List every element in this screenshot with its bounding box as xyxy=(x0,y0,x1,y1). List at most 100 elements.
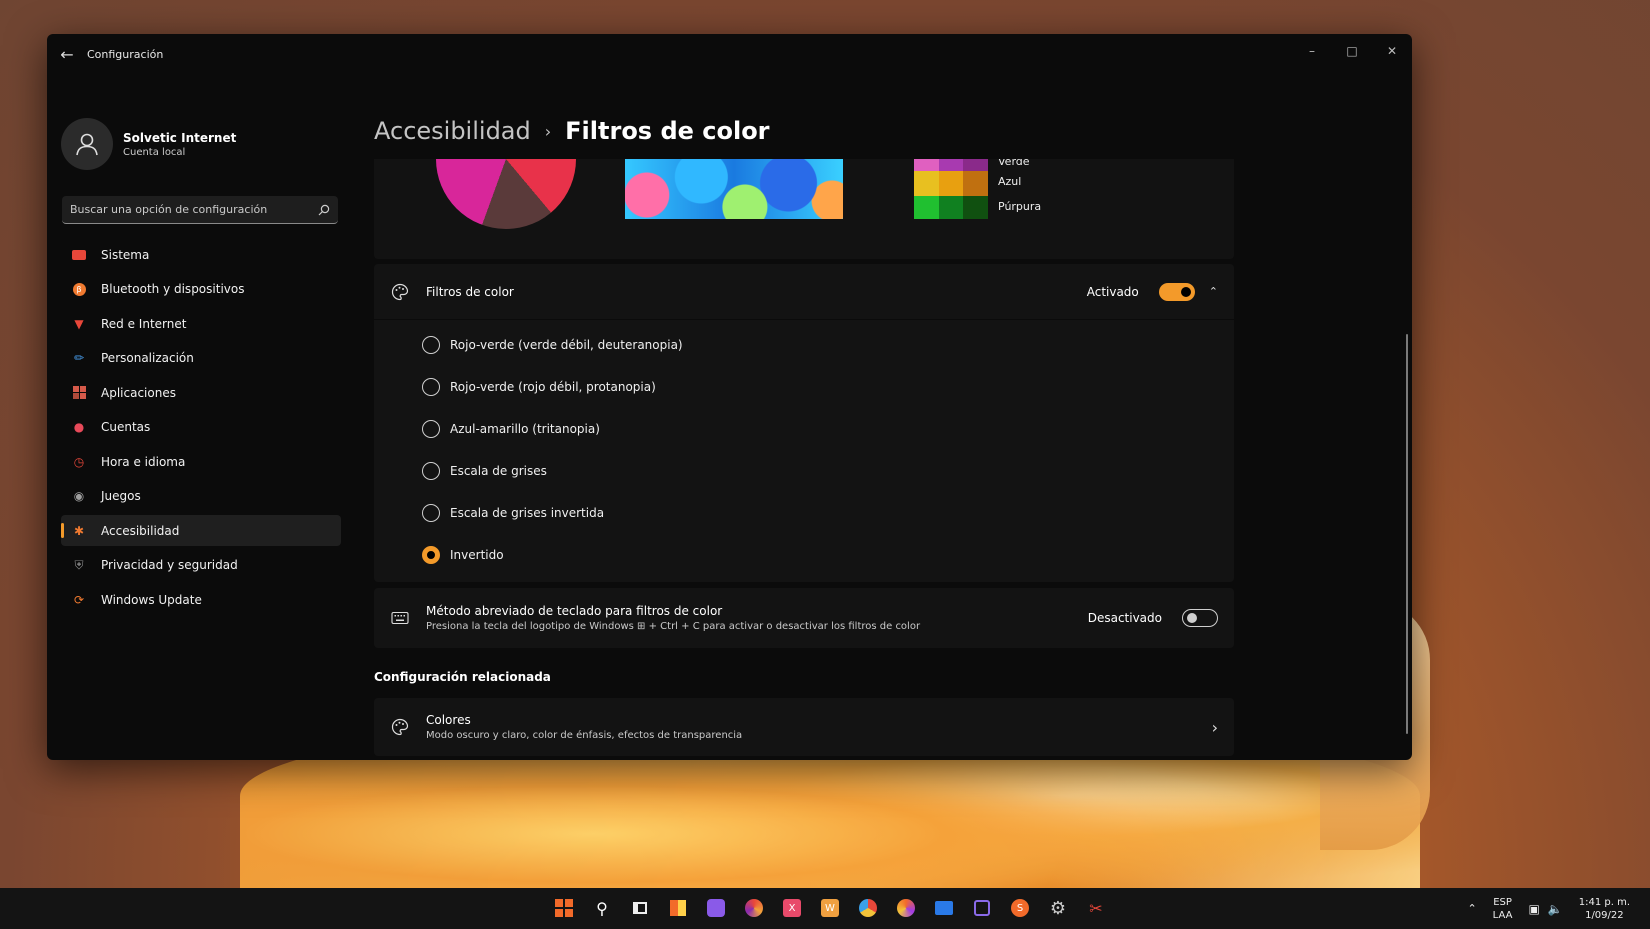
language-indicator[interactable]: ESP LAA xyxy=(1493,896,1513,922)
word-button[interactable]: W xyxy=(814,892,846,924)
shortcut-description: Presiona la tecla del logotipo de Window… xyxy=(426,621,921,632)
sidebar-item-aplicaciones[interactable]: Aplicaciones xyxy=(61,377,341,408)
snipping-tool-button[interactable]: ✂ xyxy=(1080,892,1112,924)
swatch-label: Azul xyxy=(998,175,1022,188)
volume-icon[interactable]: 🔈 xyxy=(1548,902,1563,916)
folder-icon xyxy=(935,901,953,915)
radio-button[interactable] xyxy=(422,420,440,438)
radio-button[interactable] xyxy=(422,504,440,522)
language-code: ESP xyxy=(1493,896,1512,908)
radio-label: Escala de grises invertida xyxy=(450,506,605,520)
search-icon: ⚲ xyxy=(596,898,608,918)
search-box[interactable] xyxy=(62,196,338,224)
profile[interactable]: Solvetic Internet Cuenta local xyxy=(61,118,236,170)
edge-button[interactable] xyxy=(738,892,770,924)
breadcrumb: Accesibilidad › Filtros de color xyxy=(374,117,770,145)
settings-content: Verde Azul Púrpura Filtros de color Acti… xyxy=(374,159,1234,760)
paint-button[interactable] xyxy=(966,892,998,924)
task-view-button[interactable] xyxy=(624,892,656,924)
search-button[interactable]: ⚲ xyxy=(586,892,618,924)
sidebar-item-label: Windows Update xyxy=(101,592,202,607)
settings-button[interactable]: ⚙ xyxy=(1042,892,1074,924)
sidebar-item-cuentas[interactable]: ● Cuentas xyxy=(61,412,341,443)
sidebar-item-label: Hora e idioma xyxy=(101,454,186,469)
update-icon: ⟳ xyxy=(73,592,85,607)
sidebar-item-sistema[interactable]: Sistema xyxy=(61,239,341,270)
gamepad-icon: ◉ xyxy=(73,489,85,503)
search-input[interactable] xyxy=(70,203,318,216)
colors-link-card[interactable]: Colores Modo oscuro y claro, color de én… xyxy=(374,698,1234,756)
radio-button[interactable] xyxy=(422,378,440,396)
paint-icon xyxy=(974,900,990,916)
radio-button[interactable] xyxy=(422,462,440,480)
sidebar-item-label: Accesibilidad xyxy=(101,523,180,538)
breadcrumb-parent[interactable]: Accesibilidad xyxy=(374,117,531,145)
radio-option-inverted-grayscale[interactable]: Escala de grises invertida xyxy=(374,492,1234,534)
chevron-up-icon[interactable]: ⌃ xyxy=(1209,285,1218,298)
back-button[interactable]: ← xyxy=(47,34,87,74)
scrollbar[interactable] xyxy=(1406,334,1408,734)
color-filters-title: Filtros de color xyxy=(426,284,514,299)
file-explorer-button[interactable] xyxy=(928,892,960,924)
sidebar-item-label: Bluetooth y dispositivos xyxy=(101,282,245,296)
clock-date: 1/09/22 xyxy=(1585,909,1624,921)
related-section-title: Configuración relacionada xyxy=(374,670,551,684)
radio-option-deuteranopia[interactable]: Rojo-verde (verde débil, deuteranopia) xyxy=(374,324,1234,366)
maximize-button[interactable]: □ xyxy=(1332,34,1372,68)
sidebar-item-personalizacion[interactable]: ✏ Personalización xyxy=(61,343,341,374)
radio-button-selected[interactable] xyxy=(422,546,440,564)
filter-preview-card: Verde Azul Púrpura xyxy=(374,159,1234,259)
color-filter-options: Rojo-verde (verde débil, deuteranopia) R… xyxy=(374,320,1234,576)
profile-name: Solvetic Internet xyxy=(123,130,237,145)
minimize-button[interactable]: – xyxy=(1292,34,1332,68)
excel-button[interactable]: X xyxy=(776,892,808,924)
colors-description: Modo oscuro y claro, color de énfasis, e… xyxy=(426,730,743,741)
shield-icon: ⛨ xyxy=(74,557,84,572)
color-filters-card: Filtros de color Activado ⌃ Rojo-verde (… xyxy=(374,264,1234,582)
close-button[interactable]: ✕ xyxy=(1372,34,1412,68)
sidebar-item-privacidad[interactable]: ⛨ Privacidad y seguridad xyxy=(61,550,341,581)
radio-option-inverted[interactable]: Invertido xyxy=(374,534,1234,576)
color-filters-toggle[interactable] xyxy=(1158,282,1195,301)
sidebar-item-juegos[interactable]: ◉ Juegos xyxy=(61,481,341,512)
keyboard-icon xyxy=(390,608,410,628)
radio-label: Azul-amarillo (tritanopia) xyxy=(450,422,600,436)
sidebar-item-red[interactable]: ▼ Red e Internet xyxy=(61,308,341,339)
clock[interactable]: 1:41 p. m. 1/09/22 xyxy=(1579,896,1630,922)
radio-option-grayscale[interactable]: Escala de grises xyxy=(374,450,1234,492)
shortcut-title: Método abreviado de teclado para filtros… xyxy=(426,604,723,618)
network-icon[interactable]: ▣ xyxy=(1528,902,1539,916)
color-filters-header[interactable]: Filtros de color Activado ⌃ xyxy=(374,264,1234,320)
app-title: Configuración xyxy=(87,47,164,61)
solvetic-button[interactable]: S xyxy=(1004,892,1036,924)
teams-button[interactable] xyxy=(700,892,732,924)
chrome-button[interactable] xyxy=(852,892,884,924)
sidebar-item-accesibilidad[interactable]: ✱ Accesibilidad xyxy=(61,515,341,546)
sidebar-item-hora[interactable]: ◷ Hora e idioma xyxy=(61,446,341,477)
radio-button[interactable] xyxy=(422,336,440,354)
radio-label: Escala de grises xyxy=(450,464,547,478)
person-icon: ● xyxy=(73,420,85,434)
monitor-icon xyxy=(71,247,87,263)
sidebar-item-windows-update[interactable]: ⟳ Windows Update xyxy=(61,584,341,615)
radio-label: Invertido xyxy=(450,548,504,562)
chevron-up-icon[interactable]: ⌃ xyxy=(1467,902,1476,915)
start-button[interactable] xyxy=(548,892,580,924)
swatch xyxy=(938,171,964,196)
swatch xyxy=(938,159,964,171)
swatch xyxy=(914,159,939,171)
sidebar-item-bluetooth[interactable]: β Bluetooth y dispositivos xyxy=(61,274,341,305)
preview-pie-chart xyxy=(436,159,576,229)
shortcut-toggle[interactable] xyxy=(1182,609,1218,627)
swatch xyxy=(963,159,988,171)
clock-time: 1:41 p. m. xyxy=(1578,896,1630,908)
bluetooth-icon: β xyxy=(71,281,87,297)
preview-swatches xyxy=(914,159,988,219)
radio-option-protanopia[interactable]: Rojo-verde (rojo débil, protanopia) xyxy=(374,366,1234,408)
widgets-button[interactable] xyxy=(662,892,694,924)
sidebar-item-label: Red e Internet xyxy=(101,316,187,331)
firefox-button[interactable] xyxy=(890,892,922,924)
radio-option-tritanopia[interactable]: Azul-amarillo (tritanopia) xyxy=(374,408,1234,450)
back-arrow-icon: ← xyxy=(60,44,74,64)
shortcut-state: Desactivado xyxy=(1087,611,1162,625)
